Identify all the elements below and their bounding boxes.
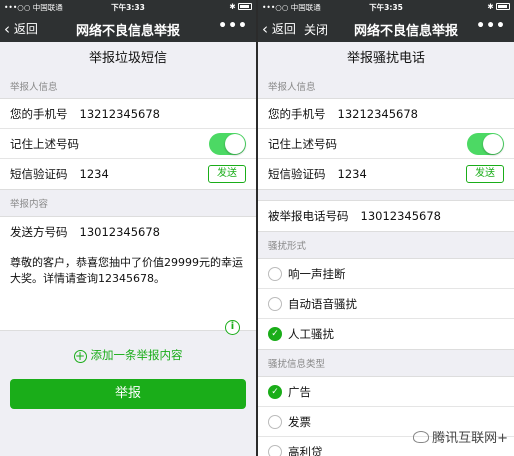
add-report-label: 添加一条举报内容 — [90, 348, 183, 362]
battery-icon — [238, 3, 252, 10]
content-group: 发送方号码 13012345678 — [0, 216, 256, 247]
more-button[interactable]: ••• — [218, 18, 248, 34]
option-label: 高利贷 — [288, 445, 323, 456]
info-option-ad[interactable]: ✓ 广告 — [258, 377, 514, 407]
harass-option-robocall[interactable]: 自动语音骚扰 — [258, 289, 514, 319]
info-type-section-label: 骚扰信息类型 — [268, 359, 326, 370]
watermark: 腾讯互联网+ — [413, 427, 508, 446]
sender-row[interactable]: 发送方号码 13012345678 — [0, 217, 256, 247]
phone-row[interactable]: 您的手机号 13212345678 — [258, 99, 514, 129]
remember-toggle[interactable] — [467, 133, 504, 155]
sms-code-row[interactable]: 短信验证码 1234 发送 — [258, 159, 514, 189]
checkmark-icon: ✓ — [268, 327, 282, 341]
back-button[interactable]: ‹ 返回 — [262, 20, 296, 38]
status-time: 下午3:33 — [111, 3, 145, 12]
battery-icon — [496, 3, 510, 10]
sms-report-screen: •••○○ 中国联通 下午3:33 ✱ ‹ 返回 网络不良信息举报 ••• 举报… — [0, 0, 256, 456]
call-report-screen: •••○○ 中国联通 下午3:35 ✱ ‹ 返回 关闭 网络不良信息举报 •••… — [258, 0, 514, 456]
plus-circle-icon: + — [73, 349, 87, 363]
status-bar: •••○○ 中国联通 下午3:33 ✱ — [0, 0, 256, 14]
page-title: 举报骚扰电话 — [258, 42, 514, 76]
status-bar: •••○○ 中国联通 下午3:35 ✱ — [258, 0, 514, 14]
option-label: 自动语音骚扰 — [288, 297, 357, 311]
sms-code-field[interactable]: 1234 — [80, 159, 109, 189]
submit-report-button[interactable]: 举报 — [10, 379, 246, 409]
phone-row[interactable]: 您的手机号 13212345678 — [0, 99, 256, 129]
sender-label: 发送方号码 — [10, 225, 68, 239]
sms-code-field[interactable]: 1234 — [338, 159, 367, 189]
nav-bar: ‹ 返回 网络不良信息举报 ••• — [0, 14, 256, 42]
remember-label: 记住上述号码 — [268, 137, 337, 151]
checkmark-icon: ✓ — [268, 385, 282, 399]
sms-code-label: 短信验证码 — [268, 167, 326, 181]
more-button[interactable]: ••• — [476, 18, 506, 34]
reported-group: 被举报电话号码 13012345678 — [258, 200, 514, 232]
message-textarea[interactable]: 尊敬的客户，恭喜您抽中了价值29999元的幸运大奖。详情请查询12345678。… — [0, 247, 256, 335]
reporter-group: 您的手机号 13212345678 记住上述号码 短信验证码 1234 发送 — [258, 98, 514, 190]
reporter-section-label: 举报人信息 — [10, 82, 58, 93]
sender-field[interactable]: 13012345678 — [80, 217, 160, 247]
option-label: 广告 — [288, 385, 311, 399]
content-section-label: 举报内容 — [10, 199, 49, 210]
phone-field[interactable]: 13212345678 — [80, 99, 160, 129]
phone-field[interactable]: 13212345678 — [338, 99, 418, 129]
phone-label: 您的手机号 — [268, 107, 326, 121]
status-time: 下午3:35 — [369, 3, 403, 12]
remember-toggle[interactable] — [209, 133, 246, 155]
reported-number-label: 被举报电话号码 — [268, 209, 349, 223]
reported-number-field[interactable]: 13012345678 — [361, 201, 441, 231]
option-label: 发票 — [288, 415, 311, 429]
option-label: 人工骚扰 — [288, 327, 334, 341]
radio-unchecked-icon — [268, 297, 282, 311]
reported-number-row[interactable]: 被举报电话号码 13012345678 — [258, 201, 514, 231]
harass-section-label: 骚扰形式 — [268, 241, 307, 252]
option-label: 响一声挂断 — [288, 267, 346, 281]
harass-options-group: 响一声挂断 自动语音骚扰 ✓ 人工骚扰 — [258, 258, 514, 350]
remember-row: 记住上述号码 — [258, 129, 514, 159]
reporter-group: 您的手机号 13212345678 记住上述号码 短信验证码 1234 发送 — [0, 98, 256, 190]
remember-label: 记住上述号码 — [10, 137, 79, 151]
message-text: 尊敬的客户，恭喜您抽中了价值29999元的幸运大奖。详情请查询12345678。 — [10, 256, 243, 285]
send-code-button[interactable]: 发送 — [208, 165, 246, 183]
sms-code-row[interactable]: 短信验证码 1234 发送 — [0, 159, 256, 189]
wechat-logo-icon — [413, 431, 430, 443]
radio-unchecked-icon — [268, 445, 282, 456]
watermark-text: 腾讯互联网+ — [432, 431, 508, 446]
add-report-content-button[interactable]: + 添加一条举报内容 — [0, 331, 256, 379]
harass-option-manual[interactable]: ✓ 人工骚扰 — [258, 319, 514, 349]
radio-unchecked-icon — [268, 267, 282, 281]
bluetooth-icon: ✱ — [229, 2, 238, 11]
phone-label: 您的手机号 — [10, 107, 68, 121]
remember-row: 记住上述号码 — [0, 129, 256, 159]
send-code-button[interactable]: 发送 — [466, 165, 504, 183]
harass-option-ring-once[interactable]: 响一声挂断 — [258, 259, 514, 289]
bluetooth-icon: ✱ — [487, 2, 496, 11]
radio-unchecked-icon — [268, 415, 282, 429]
info-icon[interactable]: i — [225, 320, 240, 335]
page-title: 举报垃圾短信 — [0, 42, 256, 76]
back-label: 返回 — [271, 22, 296, 36]
nav-bar: ‹ 返回 关闭 网络不良信息举报 ••• — [258, 14, 514, 42]
reporter-section-label: 举报人信息 — [268, 82, 316, 93]
chevron-left-icon: ‹ — [262, 20, 268, 38]
sms-code-label: 短信验证码 — [10, 167, 68, 181]
